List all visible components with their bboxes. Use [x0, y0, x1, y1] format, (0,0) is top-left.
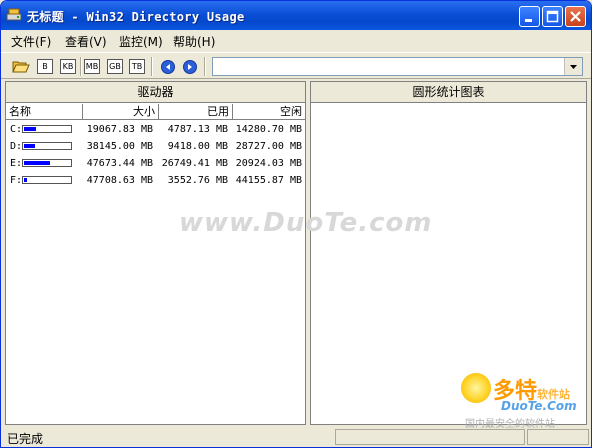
app-window: 无标题 - Win32 Directory Usage 文件(F) 查看(V) … [0, 0, 592, 448]
drive-size: 19067.83 MB [86, 124, 153, 135]
status-text: 已完成 [7, 432, 44, 446]
drive-name: D: [10, 141, 23, 152]
menu-view[interactable]: 查看(V) [65, 33, 107, 50]
table-row[interactable]: F: 47708.63 MB 3552.76 MB 44155.87 MB [6, 172, 305, 189]
usage-bar [22, 142, 72, 150]
arrow-left-icon [166, 64, 170, 70]
close-icon [570, 11, 581, 22]
forward-button[interactable] [183, 60, 197, 74]
maximize-button[interactable] [542, 6, 563, 27]
open-folder-icon[interactable] [12, 59, 30, 74]
unit-tb-button[interactable]: TB [129, 59, 145, 74]
sun-icon [461, 373, 491, 403]
drive-used: 9418.00 MB [167, 141, 228, 152]
back-button[interactable] [161, 60, 175, 74]
arrow-right-icon [188, 64, 192, 70]
pie-panel-title: 圆形统计图表 [311, 82, 586, 103]
drive-name: E: [10, 158, 23, 169]
close-button[interactable] [565, 6, 586, 27]
table-row[interactable]: C: 19067.83 MB 4787.13 MB 14280.70 MB [6, 121, 305, 138]
drive-name: C: [10, 124, 23, 135]
menu-file[interactable]: 文件(F) [11, 33, 51, 50]
drive-size: 38145.00 MB [86, 141, 153, 152]
toolbar: B KB MB GB TB [1, 52, 591, 79]
column-used[interactable]: 已用 [159, 104, 233, 120]
drives-panel-title: 驱动器 [6, 82, 305, 103]
drive-used: 26749.41 MB [161, 158, 228, 169]
toolbar-separator [151, 57, 153, 76]
usage-bar-fill [24, 144, 35, 148]
drive-free: 44155.87 MB [235, 175, 302, 186]
toolbar-separator [204, 57, 206, 76]
menu-help[interactable]: 帮助(H) [173, 33, 215, 50]
minimize-icon [525, 19, 532, 22]
menu-bar: 文件(F) 查看(V) 监控(M) 帮助(H) [1, 30, 591, 50]
unit-gb-button[interactable]: GB [107, 59, 123, 74]
usage-bar-fill [24, 127, 36, 131]
path-combobox[interactable] [212, 57, 583, 76]
title-bar[interactable]: 无标题 - Win32 Directory Usage [1, 1, 591, 30]
logo-domain: DuoTe.Com [501, 399, 577, 413]
menu-monitor[interactable]: 监控(M) [119, 33, 163, 50]
drive-name: F: [10, 175, 23, 186]
column-name[interactable]: 名称 [6, 104, 83, 120]
usage-bar [22, 125, 72, 133]
drives-panel: 驱动器 名称 大小 已用 空闲 C: 19067.83 MB 4787.13 M… [5, 81, 306, 425]
usage-bar [22, 159, 72, 167]
status-pane [335, 429, 525, 445]
drive-size: 47673.44 MB [86, 158, 153, 169]
window-title: 无标题 - Win32 Directory Usage [27, 10, 245, 24]
drive-free: 14280.70 MB [235, 124, 302, 135]
drive-free: 20924.03 MB [235, 158, 302, 169]
drive-size: 47708.63 MB [86, 175, 153, 186]
column-free[interactable]: 空闲 [233, 104, 305, 120]
drive-used: 3552.76 MB [167, 175, 228, 186]
combo-dropdown-button[interactable] [564, 58, 582, 75]
watermark: www.DuoTe.com [179, 208, 433, 238]
usage-bar-fill [24, 178, 27, 182]
minimize-button[interactable] [519, 6, 540, 27]
drive-free: 28727.00 MB [235, 141, 302, 152]
duote-logo: 多特软件站 DuoTe.Com 国内最安全的软件站 [459, 369, 589, 430]
drive-used: 4787.13 MB [167, 124, 228, 135]
usage-bar [22, 176, 72, 184]
status-bar: 已完成 [1, 428, 591, 447]
maximize-icon [546, 10, 559, 23]
column-size[interactable]: 大小 [83, 104, 159, 120]
chevron-down-icon [570, 65, 577, 69]
status-pane [527, 429, 589, 445]
table-row[interactable]: D: 38145.00 MB 9418.00 MB 28727.00 MB [6, 138, 305, 155]
unit-mb-button[interactable]: MB [84, 59, 100, 74]
toolbar-separator [80, 57, 82, 76]
table-row[interactable]: E: 47673.44 MB 26749.41 MB 20924.03 MB [6, 155, 305, 172]
app-drive-icon [6, 8, 22, 21]
usage-bar-fill [24, 161, 50, 165]
unit-b-button[interactable]: B [37, 59, 53, 74]
unit-kb-button[interactable]: KB [60, 59, 76, 74]
